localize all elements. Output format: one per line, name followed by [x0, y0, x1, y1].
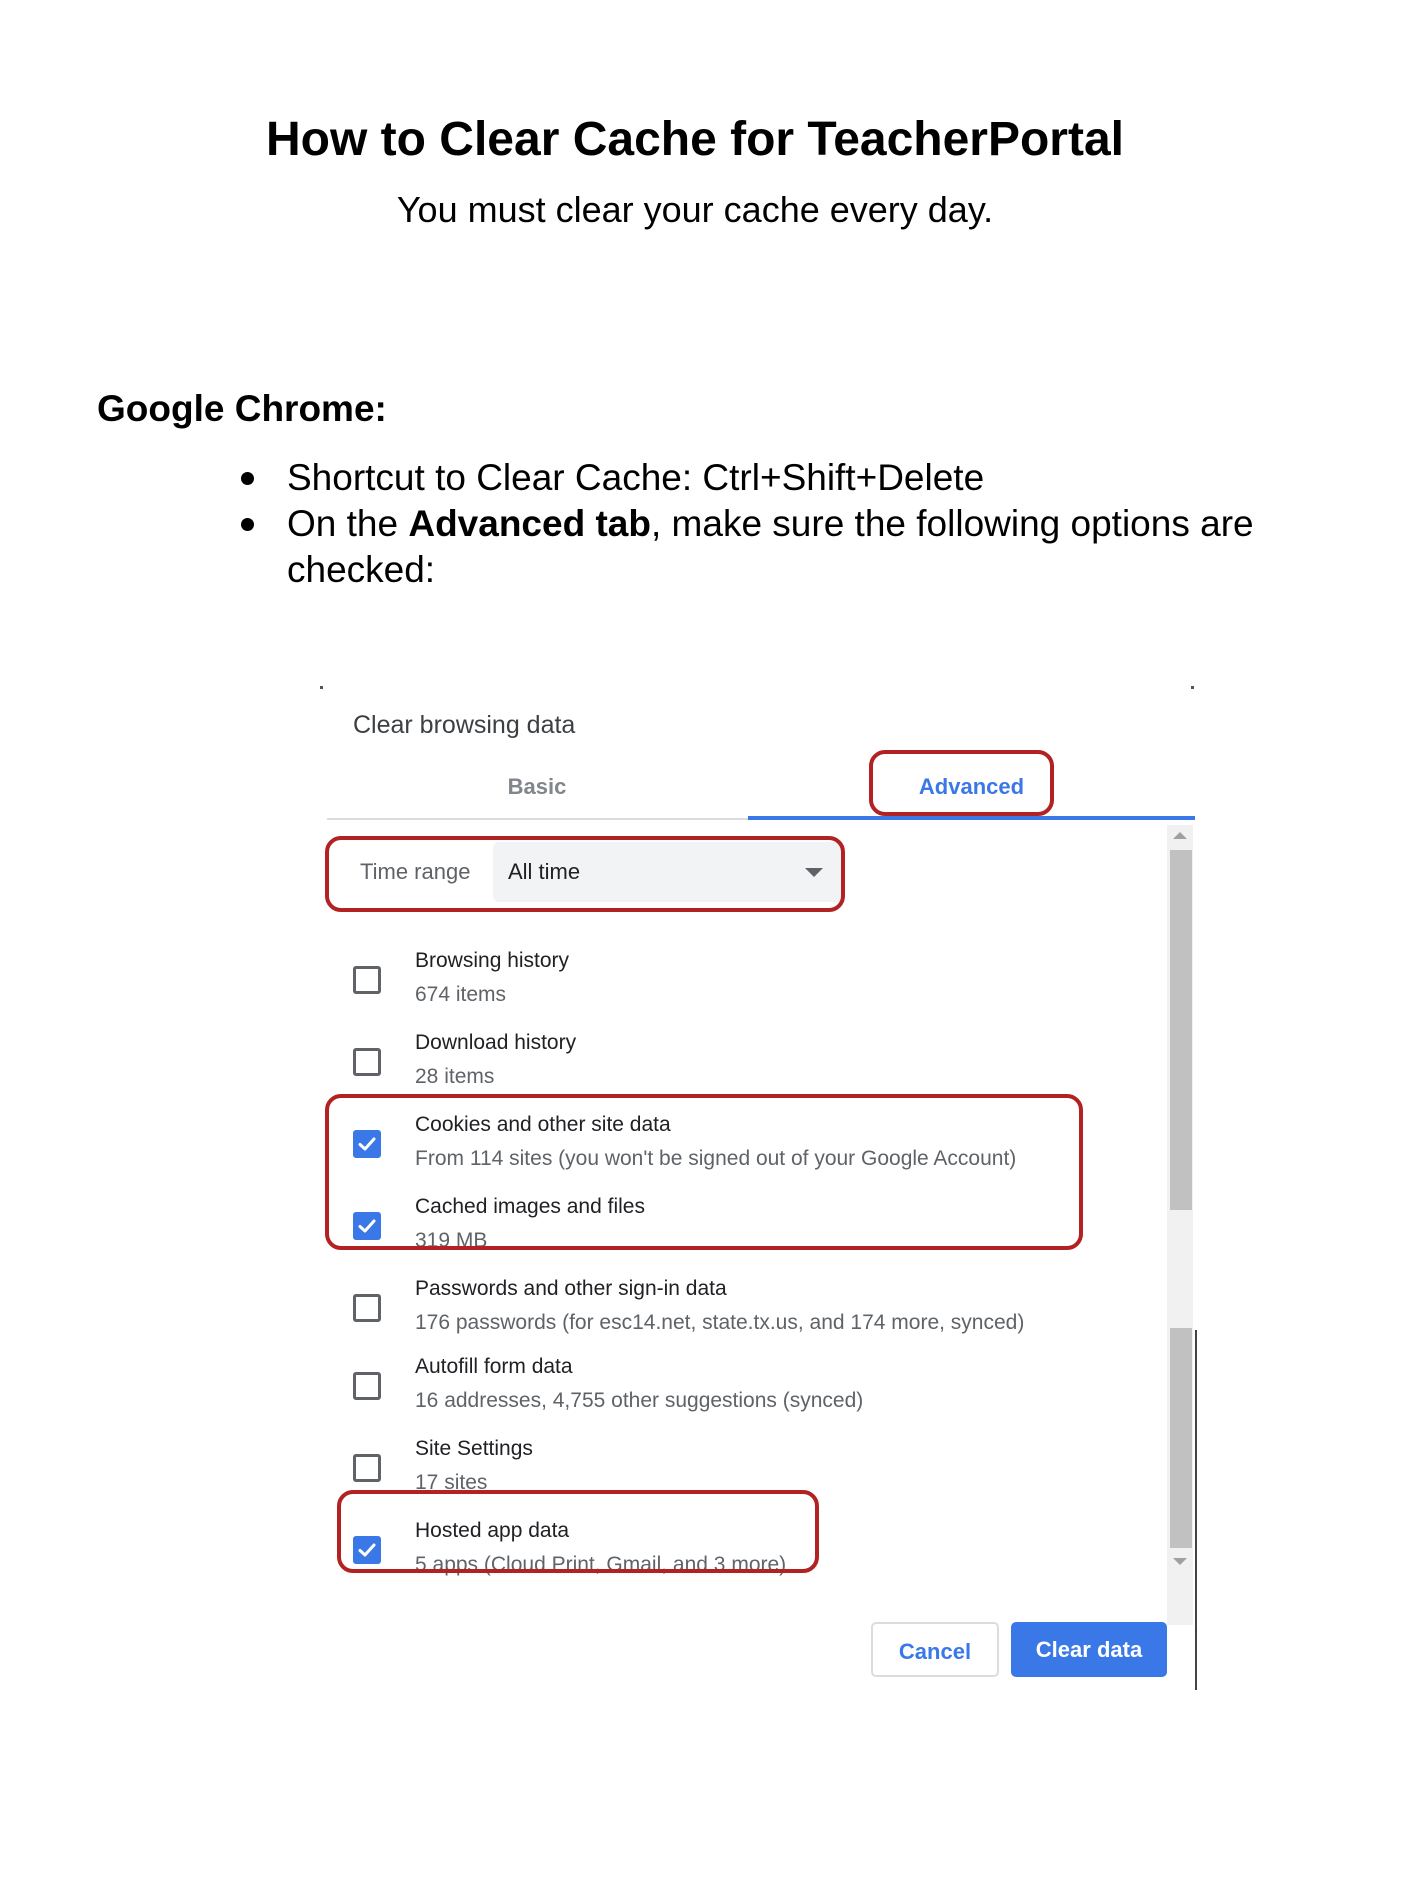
document-subtitle: You must clear your cache every day.	[396, 189, 994, 230]
instruction-item: Shortcut to Clear Cache: Ctrl+Shift+Dele…	[237, 455, 1257, 501]
option-row[interactable]: Autofill form data 16 addresses, 4,755 ot…	[353, 1352, 1123, 1434]
option-row[interactable]: Passwords and other sign-in data 176 pass…	[353, 1274, 1123, 1356]
section-heading: Google Chrome:	[97, 388, 387, 429]
dialog-edge	[1195, 1330, 1197, 1690]
cancel-button[interactable]: Cancel	[871, 1622, 999, 1677]
corner-mark	[1191, 686, 1194, 689]
checkbox-unchecked[interactable]	[353, 1048, 381, 1076]
option-row[interactable]: Browsing history 674 items	[353, 946, 1123, 1028]
checkbox-unchecked[interactable]	[353, 1294, 381, 1322]
option-label: Passwords and other sign-in data	[415, 1277, 727, 1300]
bullet-icon	[241, 518, 254, 531]
scrollbar-thumb[interactable]	[1170, 850, 1192, 1210]
instruction-list: Shortcut to Clear Cache: Ctrl+Shift+Dele…	[237, 455, 1257, 593]
active-tab-indicator	[748, 816, 1195, 820]
option-detail: 28 items	[415, 1065, 495, 1088]
option-detail: 16 addresses, 4,755 other suggestions (s…	[415, 1389, 864, 1412]
instruction-text: Shortcut to Clear Cache: Ctrl+Shift+Dele…	[287, 457, 985, 498]
scroll-down-arrow-icon[interactable]	[1173, 1558, 1187, 1565]
option-label: Download history	[415, 1031, 577, 1054]
annotation-box-advanced-tab	[869, 750, 1054, 816]
annotation-box-cookies-cache	[325, 1094, 1083, 1250]
annotation-box-time-range	[325, 836, 845, 912]
annotation-box-hosted-app	[337, 1490, 819, 1573]
option-detail: 674 items	[415, 983, 507, 1006]
instruction-prefix: On the	[287, 503, 409, 544]
option-detail: 176 passwords (for esc14.net, state.tx.u…	[415, 1311, 1025, 1334]
dialog-title: Clear browsing data	[353, 711, 576, 739]
corner-mark	[320, 686, 323, 689]
option-label: Browsing history	[415, 949, 570, 972]
instruction-bold: Advanced tab	[408, 503, 651, 544]
scrollbar-thumb[interactable]	[1170, 1328, 1192, 1548]
option-label: Autofill form data	[415, 1355, 573, 1378]
scroll-up-arrow-icon[interactable]	[1173, 832, 1187, 839]
checkbox-unchecked[interactable]	[353, 1454, 381, 1482]
tab-basic[interactable]: Basic	[327, 772, 747, 802]
document-title: How to Clear Cache for TeacherPortal	[266, 113, 1124, 166]
instruction-item: On the Advanced tab, make sure the follo…	[237, 501, 1257, 593]
option-label: Site Settings	[415, 1437, 533, 1460]
checkbox-unchecked[interactable]	[353, 1372, 381, 1400]
bullet-icon	[241, 472, 254, 485]
clear-data-button[interactable]: Clear data	[1011, 1622, 1167, 1677]
checkbox-unchecked[interactable]	[353, 966, 381, 994]
